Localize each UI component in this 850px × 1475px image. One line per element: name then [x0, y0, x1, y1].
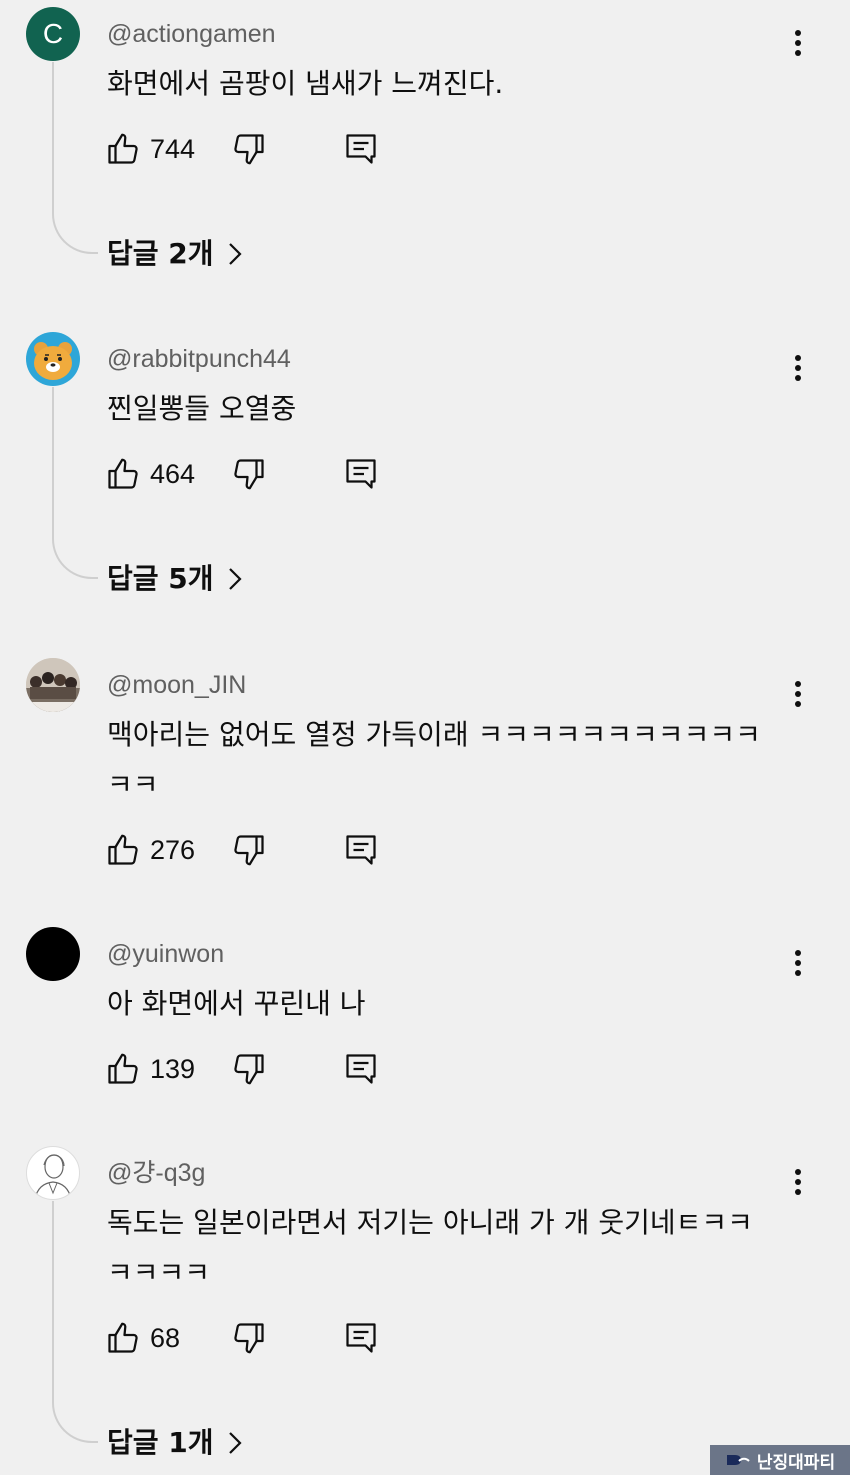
- bear-avatar-icon: [34, 342, 72, 380]
- reply-button[interactable]: [343, 131, 379, 167]
- comment-author[interactable]: @yuinwon: [107, 937, 224, 971]
- like-count: 744: [150, 134, 196, 164]
- comment-actions: 744: [105, 131, 405, 171]
- reply-icon: [346, 835, 376, 865]
- avatar[interactable]: [26, 332, 80, 386]
- comment-text: 맥아리는 없어도 열정 가득이래 ㅋㅋㅋㅋㅋㅋㅋㅋㅋㅋㅋ ㅋㅋ: [107, 718, 761, 801]
- reply-button[interactable]: [343, 456, 379, 492]
- more-vert-icon: [795, 30, 801, 56]
- avatar-letter: C: [42, 18, 64, 49]
- more-options-button[interactable]: [780, 350, 816, 386]
- like-count: 139: [150, 1054, 196, 1084]
- dislike-button[interactable]: [231, 1051, 267, 1087]
- like-count: 68: [150, 1323, 181, 1353]
- reply-icon: [346, 1323, 376, 1353]
- reply-button[interactable]: [343, 1320, 379, 1356]
- reply-button[interactable]: [343, 832, 379, 868]
- dislike-button[interactable]: [231, 1320, 267, 1356]
- comments-list: C @actiongamen 화면에서 곰팡이 냄새가 느껴진다. 744 답글…: [0, 0, 850, 1475]
- chevron-right-icon: [228, 243, 242, 265]
- comment-author[interactable]: @actiongamen: [107, 17, 276, 51]
- more-vert-icon: [795, 1169, 801, 1195]
- dislike-icon: [234, 1323, 264, 1354]
- sketch-portrait-avatar-icon: [34, 1154, 72, 1199]
- comment-author[interactable]: @걍-q3g: [107, 1156, 205, 1190]
- more-options-button[interactable]: [780, 676, 816, 712]
- reply-icon: [346, 459, 376, 489]
- more-vert-icon: [795, 355, 801, 381]
- view-replies-button[interactable]: 답글 5개: [107, 559, 242, 599]
- like-icon: [108, 1322, 138, 1353]
- like-icon: [108, 1053, 138, 1084]
- comment-actions: 276: [105, 832, 405, 872]
- like-icon: [108, 458, 138, 489]
- site-watermark: 난징대파티: [710, 1445, 850, 1475]
- replies-label: 답글 2개: [107, 237, 214, 270]
- like-button[interactable]: [105, 131, 141, 167]
- dislike-button[interactable]: [231, 832, 267, 868]
- dislike-icon: [234, 1054, 264, 1085]
- more-vert-icon: [795, 950, 801, 976]
- reply-icon: [346, 134, 376, 164]
- like-icon: [108, 834, 138, 865]
- reply-icon: [346, 1054, 376, 1084]
- like-button[interactable]: [105, 832, 141, 868]
- avatar[interactable]: [26, 1146, 80, 1200]
- like-icon: [108, 133, 138, 164]
- chevron-right-icon: [228, 568, 242, 590]
- like-count: 276: [150, 835, 196, 865]
- comment-text: 찐일뽕들 오열중: [107, 392, 297, 425]
- comment-text: 독도는 일본이라면서 저기는 아니래 가 개 웃기네ㅌㅋㅋ ㅋㅋㅋㅋ: [107, 1206, 753, 1289]
- dislike-icon: [234, 835, 264, 866]
- avatar[interactable]: [26, 658, 80, 712]
- view-replies-button[interactable]: 답글 2개: [107, 234, 242, 274]
- more-options-button[interactable]: [780, 945, 816, 981]
- dislike-button[interactable]: [231, 456, 267, 492]
- watermark-text: 난징대파티: [756, 1452, 836, 1473]
- comment-text: 아 화면에서 꾸린내 나: [107, 987, 366, 1020]
- like-count: 464: [150, 459, 196, 489]
- replies-label: 답글 1개: [107, 1426, 214, 1459]
- comment-actions: 68: [105, 1320, 405, 1360]
- comment-author[interactable]: @rabbitpunch44: [107, 342, 291, 376]
- watermark-logo-icon: [726, 1455, 750, 1465]
- avatar[interactable]: [26, 927, 80, 981]
- dislike-button[interactable]: [231, 131, 267, 167]
- like-button[interactable]: [105, 1320, 141, 1356]
- chevron-right-icon: [228, 1432, 242, 1454]
- thread-connector: [52, 62, 98, 254]
- comment-text: 화면에서 곰팡이 냄새가 느껴진다.: [107, 67, 504, 100]
- thread-connector: [52, 1201, 98, 1443]
- comment-author[interactable]: @moon_JIN: [107, 668, 246, 702]
- like-button[interactable]: [105, 456, 141, 492]
- dislike-icon: [234, 459, 264, 490]
- more-options-button[interactable]: [780, 25, 816, 61]
- reply-button[interactable]: [343, 1051, 379, 1087]
- comment-actions: 139: [105, 1051, 405, 1091]
- group-photo-avatar-icon: [26, 658, 80, 712]
- like-button[interactable]: [105, 1051, 141, 1087]
- dislike-icon: [234, 134, 264, 165]
- view-replies-button[interactable]: 답글 1개: [107, 1423, 242, 1463]
- replies-label: 답글 5개: [107, 562, 214, 595]
- thread-connector: [52, 387, 98, 579]
- comment-actions: 464: [105, 456, 405, 496]
- more-vert-icon: [795, 681, 801, 707]
- avatar[interactable]: C: [26, 7, 80, 61]
- more-options-button[interactable]: [780, 1164, 816, 1200]
